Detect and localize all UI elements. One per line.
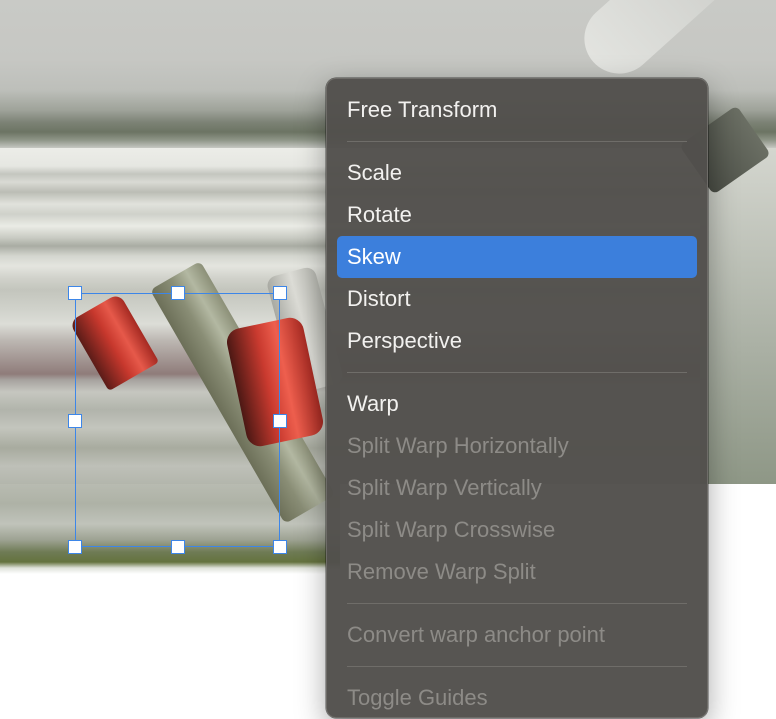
photo-region: [700, 148, 776, 484]
menu-item-free-transform[interactable]: Free Transform: [337, 89, 697, 131]
transform-handle-bottom-left[interactable]: [68, 540, 82, 554]
transform-context-menu: Free Transform Scale Rotate Skew Distort…: [326, 78, 708, 718]
menu-item-skew[interactable]: Skew: [337, 236, 697, 278]
transform-bounding-box[interactable]: [68, 286, 287, 554]
menu-item-scale[interactable]: Scale: [337, 152, 697, 194]
transform-handle-bottom-middle[interactable]: [171, 540, 185, 554]
menu-item-split-warp-horizontally: Split Warp Horizontally: [347, 433, 569, 458]
transform-handle-bottom-right[interactable]: [273, 540, 287, 554]
menu-separator: [347, 603, 687, 604]
menu-item-rotate[interactable]: Rotate: [337, 194, 697, 236]
transform-handle-top-left[interactable]: [68, 286, 82, 300]
menu-item-perspective[interactable]: Perspective: [337, 320, 697, 362]
transform-handle-middle-right[interactable]: [273, 414, 287, 428]
menu-item-split-warp-vertically: Split Warp Vertically: [347, 475, 542, 500]
menu-separator: [347, 141, 687, 142]
menu-separator: [347, 666, 687, 667]
menu-separator: [347, 372, 687, 373]
transform-handle-top-right[interactable]: [273, 286, 287, 300]
transform-handle-top-middle[interactable]: [171, 286, 185, 300]
menu-item-distort[interactable]: Distort: [337, 278, 697, 320]
menu-item-split-warp-crosswise: Split Warp Crosswise: [347, 517, 556, 542]
menu-item-remove-warp-split: Remove Warp Split: [347, 559, 536, 584]
menu-item-warp[interactable]: Warp: [337, 383, 697, 425]
transform-handle-middle-left[interactable]: [68, 414, 82, 428]
menu-item-convert-warp-anchor-point: Convert warp anchor point: [347, 622, 606, 647]
menu-item-toggle-guides: Toggle Guides: [347, 685, 488, 710]
